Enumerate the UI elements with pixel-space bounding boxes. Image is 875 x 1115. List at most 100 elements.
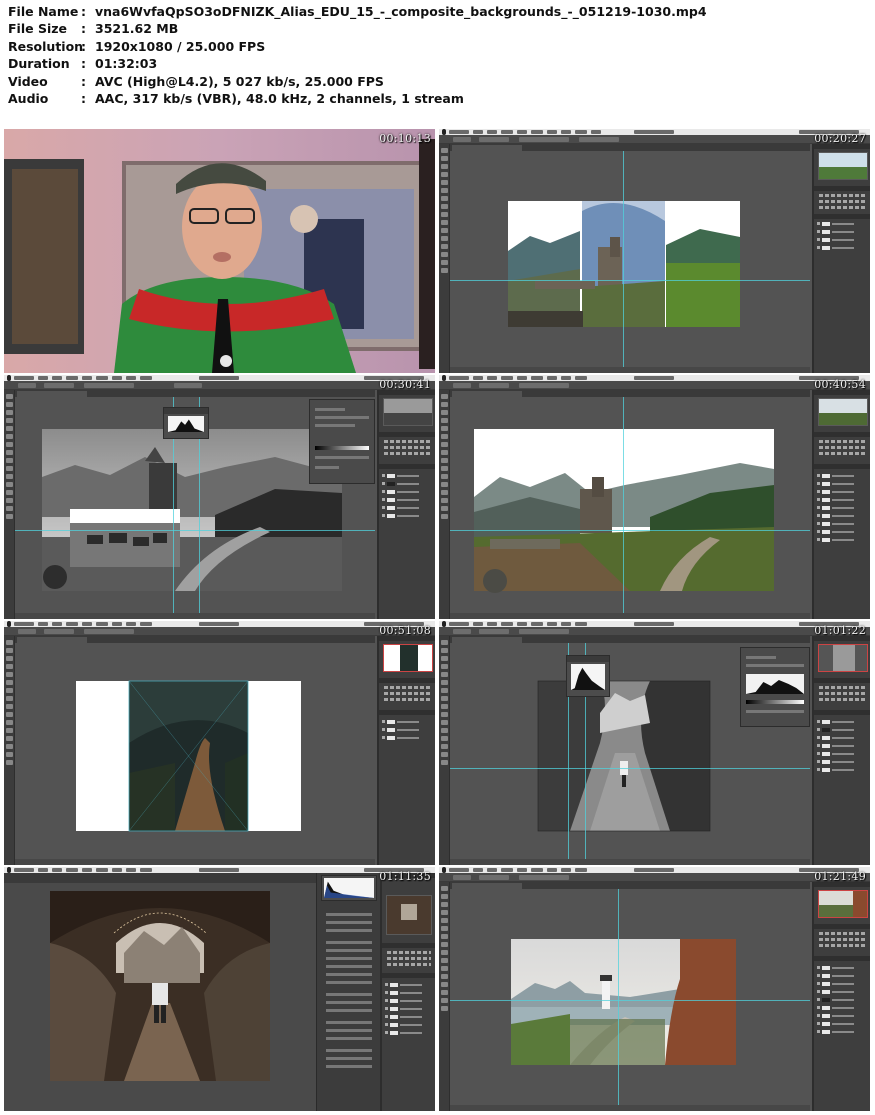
file-info-row-duration: Duration : 01:32:03 bbox=[8, 56, 868, 73]
status-bar bbox=[450, 613, 810, 619]
tools-panel bbox=[4, 390, 15, 619]
file-info-value: AAC, 317 kb/s (VBR), 48.0 kHz, 2 channel… bbox=[95, 90, 464, 106]
video-thumbnail-4[interactable]: 00:40:54 bbox=[439, 375, 870, 619]
guide-horizontal[interactable] bbox=[450, 530, 810, 531]
options-bar bbox=[439, 135, 870, 144]
file-info-row-name: File Name : vna6WvfaQpSO3oDFNIZK_Alias_E… bbox=[8, 4, 868, 21]
guide-vertical[interactable] bbox=[623, 151, 624, 367]
file-info-value: AVC (High@L4.2), 5 027 kb/s, 25.000 FPS bbox=[95, 73, 384, 89]
document-tab-bar bbox=[450, 390, 810, 397]
guide-horizontal[interactable] bbox=[450, 768, 810, 769]
options-bar bbox=[4, 627, 435, 636]
status-bar bbox=[450, 859, 810, 865]
guide-horizontal[interactable] bbox=[450, 280, 810, 281]
file-info-separator: : bbox=[81, 90, 86, 106]
file-info-row-audio: Audio : AAC, 317 kb/s (VBR), 48.0 kHz, 2… bbox=[8, 91, 868, 108]
file-info-row-resolution: Resolution : 1920x1080 / 25.000 FPS bbox=[8, 39, 868, 56]
file-info-block: File Name : vna6WvfaQpSO3oDFNIZK_Alias_E… bbox=[8, 4, 868, 108]
camera-raw-adjustments-panel bbox=[316, 873, 380, 1111]
file-info-value: vna6WvfaQpSO3oDFNIZK_Alias_EDU_15_-_comp… bbox=[95, 4, 707, 19]
thumbnail-timestamp: 00:20:27 bbox=[814, 132, 866, 145]
document-canvas[interactable] bbox=[450, 643, 810, 859]
camera-raw-toolbar bbox=[4, 873, 316, 883]
navigator-preview[interactable] bbox=[383, 398, 433, 426]
video-thumbnail-5[interactable]: 00:51:08 bbox=[4, 621, 435, 865]
file-info-value: 01:32:03 bbox=[95, 56, 158, 72]
forest-path-artwork bbox=[76, 680, 301, 832]
document-canvas[interactable] bbox=[450, 397, 810, 613]
document-canvas[interactable] bbox=[15, 643, 375, 859]
document-tab-bar bbox=[450, 882, 810, 889]
layers-panel bbox=[812, 144, 870, 373]
video-thumbnail-6[interactable]: 01:01:22 bbox=[439, 621, 870, 865]
file-info-separator: : bbox=[81, 38, 86, 54]
document-canvas[interactable] bbox=[15, 397, 375, 613]
document-tab-bar bbox=[15, 390, 375, 397]
properties-panel[interactable] bbox=[309, 399, 375, 484]
histogram-panel[interactable] bbox=[566, 655, 610, 697]
video-thumbnail-3[interactable]: 00:30:41 bbox=[4, 375, 435, 619]
thumbnail-timestamp: 00:40:54 bbox=[814, 378, 866, 391]
navigator-preview[interactable] bbox=[818, 890, 868, 918]
layers-panel bbox=[812, 882, 870, 1111]
guide-horizontal[interactable] bbox=[15, 530, 375, 531]
tools-panel bbox=[439, 144, 450, 373]
file-info-row-video: Video : AVC (High@L4.2), 5 027 kb/s, 25.… bbox=[8, 74, 868, 91]
layers-panel bbox=[380, 873, 435, 1111]
layers-panel bbox=[377, 390, 435, 619]
file-info-key: Duration bbox=[8, 56, 70, 72]
navigator-preview[interactable] bbox=[383, 644, 433, 672]
thumbnail-timestamp: 00:30:41 bbox=[379, 378, 431, 391]
document-tab-bar bbox=[450, 636, 810, 643]
guide-horizontal[interactable] bbox=[450, 1000, 810, 1001]
navigator-preview[interactable] bbox=[818, 644, 868, 672]
options-bar bbox=[4, 381, 435, 390]
properties-panel[interactable] bbox=[740, 647, 810, 727]
status-bar bbox=[450, 1105, 810, 1111]
guide-vertical[interactable] bbox=[618, 889, 619, 1105]
navigator-preview[interactable] bbox=[818, 398, 868, 426]
thumbnail-timestamp: 00:51:08 bbox=[379, 624, 431, 637]
video-thumbnail-1[interactable]: 00:10:13 bbox=[4, 129, 435, 373]
status-bar bbox=[450, 367, 810, 373]
file-info-separator: : bbox=[81, 4, 86, 19]
file-info-value: 3521.62 MB bbox=[95, 21, 179, 37]
camera-raw-preview[interactable] bbox=[4, 883, 316, 1111]
options-bar bbox=[439, 873, 870, 882]
histogram-curve bbox=[168, 419, 204, 432]
document-tab-bar bbox=[15, 636, 375, 643]
layers-panel bbox=[812, 636, 870, 865]
presenter-frame bbox=[4, 129, 435, 373]
video-thumbnail-7[interactable]: 01:11:35 bbox=[4, 867, 435, 1111]
thumbnail-timestamp: 00:10:13 bbox=[379, 132, 431, 145]
document-tab-bar bbox=[450, 144, 810, 151]
levels-curve bbox=[746, 680, 804, 694]
status-bar bbox=[15, 613, 375, 619]
histogram-curve bbox=[324, 881, 374, 898]
castle-composite-artwork bbox=[474, 429, 774, 593]
navigator-preview[interactable] bbox=[386, 895, 432, 935]
navigator-preview[interactable] bbox=[818, 152, 868, 180]
document-canvas[interactable] bbox=[450, 151, 810, 367]
castle-panels-artwork bbox=[508, 201, 740, 327]
layers-panel bbox=[377, 636, 435, 865]
histogram-panel[interactable] bbox=[163, 407, 209, 439]
histogram-curve bbox=[571, 667, 605, 690]
histogram-panel[interactable] bbox=[321, 875, 377, 901]
tools-panel bbox=[4, 636, 15, 865]
guide-vertical[interactable] bbox=[623, 397, 624, 613]
layers-panel bbox=[812, 390, 870, 619]
file-info-separator: : bbox=[81, 21, 86, 37]
options-bar bbox=[439, 627, 870, 636]
file-info-key: Audio bbox=[8, 90, 49, 106]
file-info-key: File Size bbox=[8, 21, 67, 37]
file-info-key: File Name bbox=[8, 4, 79, 19]
document-canvas[interactable] bbox=[450, 889, 810, 1105]
tools-panel bbox=[439, 636, 450, 865]
status-bar bbox=[15, 859, 375, 865]
tools-panel bbox=[439, 882, 450, 1111]
tools-panel bbox=[439, 390, 450, 619]
thumbnail-timestamp: 01:21:49 bbox=[814, 870, 866, 883]
video-thumbnail-8[interactable]: 01:21:49 bbox=[439, 867, 870, 1111]
video-thumbnail-2[interactable]: 00:20:27 bbox=[439, 129, 870, 373]
